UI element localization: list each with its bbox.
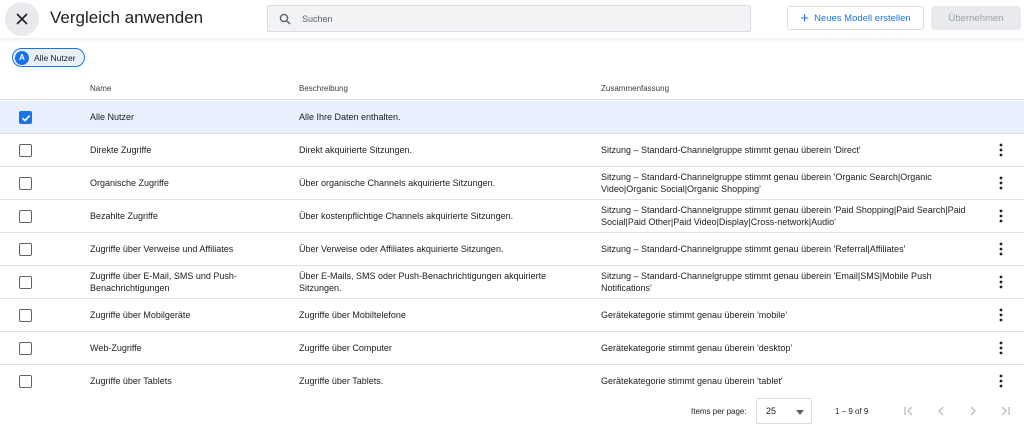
items-per-page-select[interactable]: 25 (756, 398, 812, 424)
row-description: Direkt akquirierte Sitzungen. (299, 145, 413, 155)
new-model-button[interactable]: + Neues Modell erstellen (787, 6, 924, 30)
row-description: Über organische Channels akquirierte Sit… (299, 178, 496, 188)
row-name: Zugriffe über Verweise und Affiliates (90, 244, 234, 254)
chip-label: Alle Nutzer (34, 52, 76, 63)
search-box[interactable] (267, 5, 751, 32)
more-vert-icon[interactable] (993, 208, 1009, 224)
table-row[interactable]: Zugriffe über Verweise und Affiliates Üb… (0, 233, 1024, 266)
more-vert-icon[interactable] (993, 175, 1009, 191)
items-per-page-label: Items per page: (691, 407, 747, 416)
table-row[interactable]: Zugriffe über Tablets Zugriffe über Tabl… (0, 365, 1024, 398)
row-name: Bezahlte Zugriffe (90, 211, 158, 221)
table-row[interactable]: Zugriffe über Mobilgeräte Zugriffe über … (0, 299, 1024, 332)
column-header-summary: Zusammenfassung (601, 84, 670, 93)
prev-page-icon[interactable] (934, 404, 948, 418)
row-description: Zugriffe über Tablets. (299, 376, 384, 386)
more-vert-icon[interactable] (993, 241, 1009, 257)
row-description: Alle Ihre Daten enthalten. (299, 112, 401, 122)
new-model-label: Neues Modell erstellen (814, 12, 911, 24)
more-vert-icon[interactable] (993, 274, 1009, 290)
page-range-label: 1 – 9 of 9 (835, 407, 869, 416)
row-checkbox[interactable] (19, 375, 32, 388)
table-row[interactable]: Zugriffe über E-Mail, SMS und Push-Benac… (0, 266, 1024, 299)
row-name: Zugriffe über Tablets (90, 376, 172, 386)
chip-avatar: A (15, 50, 29, 65)
row-name: Web-Zugriffe (90, 343, 142, 353)
table-header: Name Beschreibung Zusammenfassung (0, 76, 1024, 100)
table-row[interactable]: Direkte Zugriffe Direkt akquirierte Sitz… (0, 134, 1024, 167)
table-row[interactable]: Organische Zugriffe Über organische Chan… (0, 167, 1024, 200)
row-summary: Gerätekategorie stimmt genau überein 'mo… (601, 310, 788, 320)
items-per-page-value: 25 (766, 406, 777, 416)
apply-button[interactable]: Übernehmen (931, 6, 1021, 30)
search-icon (268, 13, 302, 25)
row-name: Zugriffe über Mobilgeräte (90, 310, 191, 320)
row-summary: Sitzung – Standard-Channelgruppe stimmt … (601, 271, 932, 293)
row-summary: Sitzung – Standard-Channelgruppe stimmt … (601, 172, 932, 194)
first-page-icon[interactable] (902, 404, 916, 418)
row-name: Direkte Zugriffe (90, 145, 152, 155)
table-row[interactable]: Alle Nutzer Alle Ihre Daten enthalten. (0, 101, 1024, 134)
row-summary: Gerätekategorie stimmt genau überein 'de… (601, 343, 793, 353)
more-vert-icon[interactable] (993, 142, 1009, 158)
row-checkbox[interactable] (19, 144, 32, 157)
row-description: Zugriffe über Mobiltelefone (299, 310, 406, 320)
dialog-header: Vergleich anwenden + Neues Modell erstel… (0, 0, 1024, 38)
row-description: Über Verweise oder Affiliates akquiriert… (299, 244, 504, 254)
row-checkbox[interactable] (19, 111, 32, 124)
close-button[interactable] (5, 2, 39, 36)
row-summary (601, 101, 976, 133)
selected-comparison-chip[interactable]: A Alle Nutzer (12, 48, 85, 67)
row-description: Zugriffe über Computer (299, 343, 392, 353)
close-icon (16, 13, 28, 25)
row-checkbox[interactable] (19, 177, 32, 190)
row-name: Organische Zugriffe (90, 178, 169, 188)
row-summary: Sitzung – Standard-Channelgruppe stimmt … (601, 244, 906, 254)
row-name: Alle Nutzer (90, 112, 135, 122)
next-page-icon[interactable] (966, 404, 980, 418)
more-vert-icon[interactable] (993, 373, 1009, 389)
row-checkbox[interactable] (19, 342, 32, 355)
pagination-bar: Items per page: 25 1 – 9 of 9 (0, 396, 1024, 430)
row-checkbox[interactable] (19, 309, 32, 322)
apply-label: Übernehmen (948, 12, 1004, 24)
checkmark-icon (21, 114, 30, 122)
more-vert-icon[interactable] (993, 340, 1009, 356)
row-summary: Gerätekategorie stimmt genau überein 'ta… (601, 376, 783, 386)
row-checkbox[interactable] (19, 210, 32, 223)
row-checkbox[interactable] (19, 243, 32, 256)
last-page-icon[interactable] (998, 404, 1012, 418)
table-row[interactable]: Bezahlte Zugriffe Über kostenpflichtige … (0, 200, 1024, 233)
header-divider (0, 38, 1024, 42)
more-vert-icon[interactable] (993, 307, 1009, 323)
row-checkbox[interactable] (19, 276, 32, 289)
plus-icon: + (800, 9, 810, 27)
row-summary: Sitzung – Standard-Channelgruppe stimmt … (601, 145, 861, 155)
column-header-description: Beschreibung (299, 84, 348, 93)
row-name: Zugriffe über E-Mail, SMS und Push-Benac… (90, 271, 237, 293)
page-title: Vergleich anwenden (50, 8, 204, 27)
row-description: Über kostenpflichtige Channels akquirier… (299, 211, 514, 221)
column-header-name: Name (90, 84, 112, 93)
search-input[interactable] (302, 8, 722, 29)
row-summary: Sitzung – Standard-Channelgruppe stimmt … (601, 205, 966, 227)
table-row[interactable]: Web-Zugriffe Zugriffe über Computer Gerä… (0, 332, 1024, 365)
row-description: Über E-Mails, SMS oder Push-Benachrichti… (299, 271, 547, 293)
dropdown-arrow-icon (796, 410, 804, 415)
